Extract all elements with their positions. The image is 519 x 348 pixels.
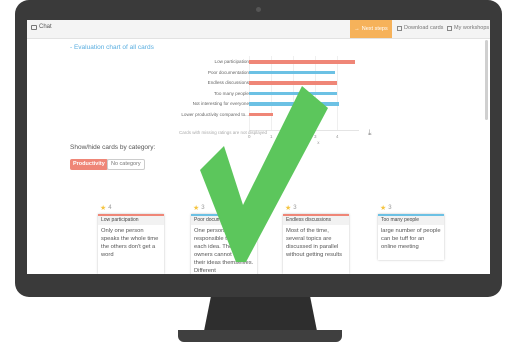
my-workshops-link[interactable]: My workshops xyxy=(447,25,489,31)
download-cards-link[interactable]: Download cards xyxy=(397,25,443,31)
x-axis-label: x xyxy=(317,140,320,145)
evaluation-chart: 0 1 2 3 4 Low participation Poor documentation… xyxy=(177,56,417,145)
category-filter-label: Show/hide cards by category: xyxy=(70,144,156,151)
card-low-participation[interactable]: Low participation Only one person speaks… xyxy=(98,214,164,274)
bar xyxy=(249,70,335,74)
card-too-many-people[interactable]: Too many people large number of people c… xyxy=(378,214,444,260)
chip-productivity[interactable]: Productivity xyxy=(70,159,108,170)
selected-count: 0 selected xyxy=(257,187,285,193)
chart-title[interactable]: - Evaluation chart of all cards xyxy=(70,44,154,51)
bar-category-label: Not interesting for everyone xyxy=(192,101,249,106)
card-title: Too many people xyxy=(378,216,444,225)
my-workshops-label: My workshops xyxy=(454,25,490,31)
star-icon: ★ xyxy=(100,205,107,212)
bar-category-label: Poor documentation xyxy=(207,69,249,75)
chat-button[interactable]: Chat xyxy=(31,24,52,30)
screen: Chat → Next steps Download cards My work… xyxy=(27,20,490,274)
monitor-chin xyxy=(15,276,502,297)
download-icon xyxy=(397,25,402,31)
card-body: large number of people can be tuff for a… xyxy=(381,228,441,250)
x-tick-label: 2 xyxy=(292,134,295,139)
star-icon: ★ xyxy=(380,205,387,212)
bar-row: Too many people xyxy=(177,90,417,98)
select-all-link[interactable]: Select all xyxy=(257,178,281,184)
bar-category-label: Endless discussions xyxy=(207,80,249,85)
bar-category-label: Too many people xyxy=(214,90,249,96)
top-bar: Chat → Next steps Download cards My work… xyxy=(27,20,490,39)
bar xyxy=(249,91,337,95)
download-cards-label: Download cards xyxy=(404,25,444,31)
chat-label: Chat xyxy=(39,24,52,30)
camera-dot xyxy=(256,7,261,12)
monitor-frame: Chat → Next steps Download cards My work… xyxy=(15,0,502,297)
bar-category-label: Low participation xyxy=(214,59,249,64)
bar xyxy=(249,60,355,64)
star-icon: ★ xyxy=(285,205,292,212)
card-stars: 4 xyxy=(108,205,112,211)
next-steps-label: Next steps xyxy=(361,26,388,32)
card-body: Most of the time, several topics are dis… xyxy=(286,228,343,258)
monitor-stand-base xyxy=(178,330,342,342)
bar-row: Lower productivity compared to... xyxy=(177,111,417,119)
card-stars: 3 xyxy=(201,205,205,211)
bar-row: Low participation xyxy=(177,58,417,66)
bar-category-label: Lower productivity compared to... xyxy=(181,111,249,117)
card-title: Endless discussions xyxy=(283,216,349,225)
monitor-stand-neck xyxy=(204,297,317,331)
monitor-top-bezel xyxy=(15,0,502,18)
card-title: Low participation xyxy=(98,216,164,225)
card-rating: ★ 3 xyxy=(285,204,297,212)
bar-row: Poor documentation xyxy=(177,69,417,77)
bar xyxy=(249,81,337,85)
card-body: Only one person speaks the whole time th… xyxy=(101,228,159,258)
bar xyxy=(249,112,274,116)
arrow-right-icon: → xyxy=(354,26,360,32)
card-stars: 3 xyxy=(388,205,392,211)
x-tick-label: 4 xyxy=(336,134,339,139)
next-steps-button[interactable]: → Next steps xyxy=(350,20,392,38)
bar xyxy=(249,102,340,106)
workshops-icon xyxy=(447,25,452,31)
card-rating: ★ 4 xyxy=(100,204,112,212)
card-rating: ★ 3 xyxy=(380,204,392,212)
bar-row: Not interesting for everyone xyxy=(177,100,417,108)
scrollbar[interactable] xyxy=(485,40,488,120)
x-tick-label: 3 xyxy=(314,134,317,139)
star-icon: ★ xyxy=(193,205,200,212)
card-title: Poor documentation xyxy=(191,216,257,225)
card-poor-documentation[interactable]: Poor documentation One person is respons… xyxy=(191,214,257,274)
card-rating: ★ 3 xyxy=(193,204,205,212)
chart-note: Cards with missing ratings are not displ… xyxy=(179,130,268,135)
chat-icon xyxy=(31,24,37,30)
download-chart-icon[interactable]: ⤓ xyxy=(368,128,372,138)
card-body: One person is responsible to note each i… xyxy=(194,228,254,274)
bar-row: Endless discussions xyxy=(177,79,417,87)
x-tick-label: 1 xyxy=(270,134,273,139)
card-endless-discussions[interactable]: Endless discussions Most of the time, se… xyxy=(283,214,349,274)
card-stars: 3 xyxy=(293,205,297,211)
chip-no-category[interactable]: No category xyxy=(107,159,145,170)
